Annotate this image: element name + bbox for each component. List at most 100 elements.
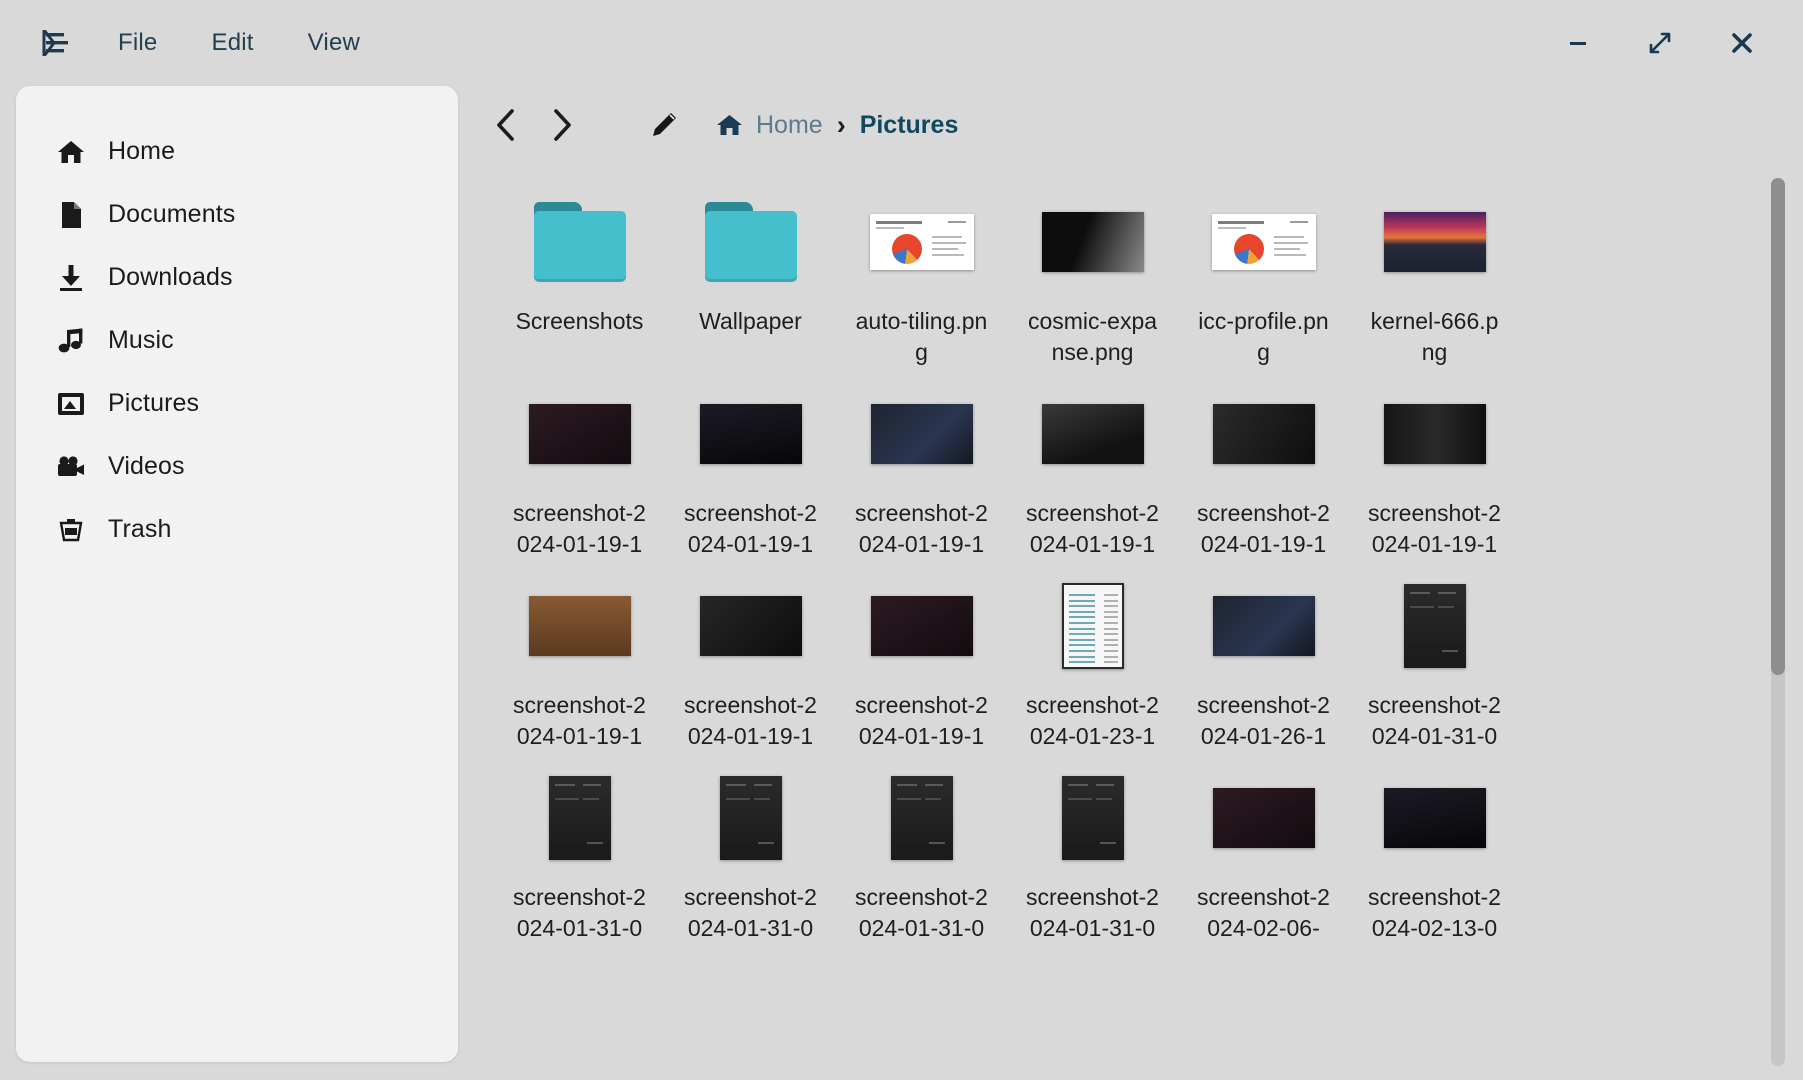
file-thumbnail-wrapper bbox=[1178, 578, 1349, 674]
image-thumbnail bbox=[1062, 776, 1124, 860]
file-name-label: screenshot-2024-01-31-0 bbox=[853, 882, 991, 944]
file-item[interactable]: screenshot-2024-01-31-0 bbox=[665, 752, 836, 944]
folder-item[interactable]: Wallpaper bbox=[665, 176, 836, 368]
window-body: Home Documents bbox=[0, 86, 1803, 1080]
sidebar-item-videos[interactable]: Videos bbox=[16, 435, 458, 498]
file-item[interactable]: kernel-666.png bbox=[1349, 176, 1520, 368]
sidebar-item-home[interactable]: Home bbox=[16, 120, 458, 183]
file-thumbnail-wrapper bbox=[1178, 194, 1349, 290]
file-item[interactable]: screenshot-2024-01-19-1 bbox=[494, 368, 665, 560]
file-item[interactable]: screenshot-2024-01-19-1 bbox=[1178, 368, 1349, 560]
back-button[interactable] bbox=[478, 97, 534, 153]
file-thumbnail-wrapper bbox=[1349, 770, 1520, 866]
file-name-label: screenshot-2024-01-31-0 bbox=[511, 882, 649, 944]
file-name-label: screenshot-2024-01-31-0 bbox=[682, 882, 820, 944]
file-name-label: icc-profile.png bbox=[1195, 306, 1333, 368]
file-name-label: screenshot-2024-01-23-1 bbox=[1024, 690, 1162, 752]
menu-file[interactable]: File bbox=[108, 25, 167, 61]
menu-edit[interactable]: Edit bbox=[201, 25, 263, 61]
sidebar-item-music[interactable]: Music bbox=[16, 309, 458, 372]
file-name-label: screenshot-2024-01-26-1 bbox=[1195, 690, 1333, 752]
sidebar-item-label: Home bbox=[108, 137, 175, 166]
sidebar-item-pictures[interactable]: Pictures bbox=[16, 372, 458, 435]
breadcrumb-current-label[interactable]: Pictures bbox=[860, 111, 959, 140]
spreadsheet-thumbnail bbox=[1062, 583, 1124, 669]
file-item[interactable]: screenshot-2024-01-31-0 bbox=[494, 752, 665, 944]
download-icon bbox=[56, 263, 86, 293]
file-thumbnail-wrapper bbox=[494, 194, 665, 290]
content-pane: Home › Pictures ScreenshotsWallpaperauto… bbox=[458, 86, 1803, 1080]
edit-path-button[interactable] bbox=[636, 97, 692, 153]
file-thumbnail-wrapper bbox=[665, 770, 836, 866]
menu-view[interactable]: View bbox=[298, 25, 370, 61]
file-item[interactable]: screenshot-2024-01-26-1 bbox=[1178, 560, 1349, 752]
file-thumbnail-wrapper bbox=[665, 578, 836, 674]
maximize-button[interactable] bbox=[1643, 26, 1677, 60]
file-item[interactable]: screenshot-2024-02-06- bbox=[1178, 752, 1349, 944]
folder-item[interactable]: Screenshots bbox=[494, 176, 665, 368]
forward-button[interactable] bbox=[534, 97, 590, 153]
image-thumbnail bbox=[529, 404, 631, 464]
minimize-button[interactable] bbox=[1561, 26, 1595, 60]
file-item[interactable]: screenshot-2024-01-19-1 bbox=[836, 368, 1007, 560]
file-name-label: screenshot-2024-01-19-1 bbox=[1195, 498, 1333, 560]
file-thumbnail-wrapper bbox=[1007, 770, 1178, 866]
breadcrumb-home[interactable]: Home bbox=[716, 111, 823, 140]
file-thumbnail-wrapper bbox=[1349, 194, 1520, 290]
sidebar-item-trash[interactable]: Trash bbox=[16, 498, 458, 561]
image-thumbnail bbox=[1042, 212, 1144, 272]
file-name-label: Wallpaper bbox=[682, 306, 820, 368]
menu-bar: File Edit View bbox=[40, 25, 370, 61]
file-item[interactable]: icc-profile.png bbox=[1178, 176, 1349, 368]
file-item[interactable]: screenshot-2024-01-31-0 bbox=[1349, 560, 1520, 752]
sidebar: Home Documents bbox=[16, 86, 458, 1062]
close-button[interactable] bbox=[1725, 26, 1759, 60]
file-item[interactable]: auto-tiling.png bbox=[836, 176, 1007, 368]
image-thumbnail bbox=[700, 596, 802, 656]
file-thumbnail-wrapper bbox=[494, 386, 665, 482]
scrollbar-thumb[interactable] bbox=[1771, 178, 1785, 675]
file-item[interactable]: screenshot-2024-01-19-1 bbox=[1007, 368, 1178, 560]
file-item[interactable]: screenshot-2024-01-23-1 bbox=[1007, 560, 1178, 752]
sidebar-item-downloads[interactable]: Downloads bbox=[16, 246, 458, 309]
file-name-label: screenshot-2024-01-19-1 bbox=[682, 690, 820, 752]
folder-icon bbox=[705, 202, 797, 282]
file-thumbnail-wrapper bbox=[1349, 386, 1520, 482]
file-name-label: auto-tiling.png bbox=[853, 306, 991, 368]
image-thumbnail bbox=[871, 404, 973, 464]
file-name-label: kernel-666.png bbox=[1366, 306, 1504, 368]
file-name-label: cosmic-expanse.png bbox=[1024, 306, 1162, 368]
file-thumbnail-wrapper bbox=[494, 770, 665, 866]
file-thumbnail-wrapper bbox=[665, 194, 836, 290]
file-thumbnail-wrapper bbox=[1178, 770, 1349, 866]
file-name-label: screenshot-2024-01-19-1 bbox=[1366, 498, 1504, 560]
title-bar: File Edit View bbox=[0, 0, 1803, 86]
file-item[interactable]: screenshot-2024-01-19-1 bbox=[836, 560, 1007, 752]
file-item[interactable]: screenshot-2024-01-31-0 bbox=[836, 752, 1007, 944]
hamburger-logo-icon[interactable] bbox=[40, 26, 74, 60]
file-item[interactable]: cosmic-expanse.png bbox=[1007, 176, 1178, 368]
file-item[interactable]: screenshot-2024-01-31-0 bbox=[1007, 752, 1178, 944]
file-item[interactable]: screenshot-2024-02-13-0 bbox=[1349, 752, 1520, 944]
vertical-scrollbar[interactable] bbox=[1771, 178, 1785, 1066]
image-thumbnail bbox=[1384, 212, 1486, 272]
image-thumbnail bbox=[1213, 788, 1315, 848]
image-thumbnail bbox=[529, 596, 631, 656]
file-name-label: screenshot-2024-01-31-0 bbox=[1366, 690, 1504, 752]
file-grid-area: Screenshots Wallpaper auto-tiling.png cosmi… bbox=[458, 164, 1803, 1080]
file-name-label: screenshot-2024-01-19-1 bbox=[853, 690, 991, 752]
file-name-label: screenshot-2024-02-13-0 bbox=[1366, 882, 1504, 944]
file-item[interactable]: screenshot-2024-01-19-1 bbox=[494, 560, 665, 752]
music-note-icon bbox=[56, 326, 86, 356]
home-icon bbox=[716, 113, 743, 137]
file-thumbnail-wrapper bbox=[1349, 578, 1520, 674]
file-item[interactable]: screenshot-2024-01-19-1 bbox=[665, 560, 836, 752]
image-thumbnail bbox=[891, 776, 953, 860]
file-item[interactable]: screenshot-2024-01-19-1 bbox=[665, 368, 836, 560]
sidebar-item-label: Trash bbox=[108, 515, 171, 544]
sidebar-item-documents[interactable]: Documents bbox=[16, 183, 458, 246]
sidebar-item-label: Music bbox=[108, 326, 174, 355]
file-thumbnail-wrapper bbox=[836, 770, 1007, 866]
window-controls bbox=[1561, 26, 1773, 60]
file-item[interactable]: screenshot-2024-01-19-1 bbox=[1349, 368, 1520, 560]
